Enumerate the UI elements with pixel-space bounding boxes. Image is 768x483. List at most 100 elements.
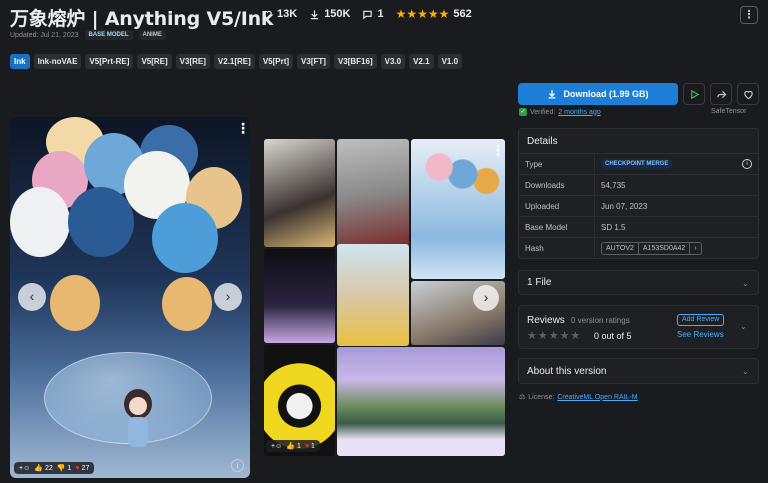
image-gallery: ⋮ › +☺ 👍 1 ♥ 1 xyxy=(264,139,505,456)
like-reaction[interactable]: 👍 1 xyxy=(286,442,301,451)
dislike-reaction[interactable]: 👎 1 xyxy=(56,464,72,473)
verified-status: ✓ Verified: 2 months ago xyxy=(519,108,601,116)
balloon xyxy=(10,187,70,257)
gallery-image[interactable] xyxy=(337,244,409,346)
share-icon xyxy=(716,90,726,98)
hash-value[interactable]: A153SD0A42 xyxy=(637,242,689,254)
verified-date-link[interactable]: 2 months ago xyxy=(558,109,600,116)
dislike-count: 1 xyxy=(67,464,72,472)
format-label: SafeTensor xyxy=(711,108,747,115)
gallery-image[interactable]: › xyxy=(411,281,505,345)
balloon xyxy=(68,187,134,257)
like-reaction[interactable]: 👍 22 xyxy=(34,464,53,473)
rating-stat[interactable]: ★★★★★ 562 xyxy=(396,7,472,21)
heart-count: 1 xyxy=(311,442,315,450)
see-reviews-link[interactable]: See Reviews xyxy=(677,330,724,339)
download-icon xyxy=(549,90,556,99)
gallery-image[interactable]: +☺ 👍 1 ♥ 1 xyxy=(264,345,335,456)
tag-anime[interactable]: ANIME xyxy=(138,30,166,40)
version-tab-ink[interactable]: Ink xyxy=(10,54,30,69)
license-label: License: xyxy=(528,393,555,401)
model-stats: 13K 150K 1 ★★★★★ 562 xyxy=(262,7,472,21)
image-menu-icon[interactable]: ⋮ xyxy=(491,143,505,157)
gallery-image[interactable] xyxy=(337,139,409,247)
gallery-image[interactable] xyxy=(264,139,335,247)
tag-base-model[interactable]: BASE MODEL xyxy=(84,30,133,40)
run-button[interactable] xyxy=(683,83,705,105)
rating-stars: ★★★★★ xyxy=(395,7,450,21)
version-tab[interactable]: V3[RE] xyxy=(175,54,210,69)
heart-count: 27 xyxy=(81,464,90,472)
details-title: Details xyxy=(527,135,558,147)
gallery-reactions: +☺ 👍 1 ♥ 1 xyxy=(266,440,320,452)
license-link[interactable]: CreativeML Open RAIL-M xyxy=(557,394,637,401)
download-button[interactable]: Download (1.99 GB) xyxy=(518,83,678,105)
likes-stat[interactable]: 13K xyxy=(262,8,297,20)
balloon xyxy=(162,277,212,331)
version-tab[interactable]: V5[RE] xyxy=(137,54,172,69)
version-tab[interactable]: V3[FT] xyxy=(297,54,330,69)
main-preview-image[interactable]: ‹ › ⋮ +☺ 👍 22 👎 1 ♥ 27 i xyxy=(10,117,250,478)
more-options-button[interactable]: ⋮ xyxy=(740,6,758,24)
heart-reaction[interactable]: ♥ 27 xyxy=(75,465,89,472)
about-panel[interactable]: About this version ⌄ xyxy=(518,358,759,384)
version-tab[interactable]: V5[Prt-RE] xyxy=(85,54,134,69)
version-tab[interactable]: V2.1 xyxy=(409,54,434,69)
image-menu-icon[interactable]: ⋮ xyxy=(236,121,250,135)
version-tab[interactable]: Ink-noVAE xyxy=(33,54,82,69)
play-icon xyxy=(690,89,699,99)
comments-count: 1 xyxy=(377,8,384,20)
balloon xyxy=(152,203,218,273)
info-icon[interactable]: i xyxy=(742,159,752,169)
verified-label: Verified: xyxy=(530,108,556,116)
reviews-count: 0 version ratings xyxy=(571,316,630,325)
version-tab[interactable]: V2.1[RE] xyxy=(213,54,255,69)
hash-type[interactable]: AUTOV2 xyxy=(602,245,638,252)
detail-row-type: Type CHECKPOINT MERGE i xyxy=(519,153,758,174)
thumbs-down-icon: 👎 xyxy=(56,465,66,472)
version-tab[interactable]: V1.0 xyxy=(437,54,463,69)
add-review-button[interactable]: Add Review xyxy=(677,314,725,326)
heart-icon: ♥ xyxy=(304,442,310,450)
version-tab[interactable]: V3[BF16] xyxy=(333,54,377,69)
empty-stars: ★★★★★ xyxy=(527,330,582,342)
version-tab[interactable]: V3.0 xyxy=(380,54,406,69)
image-reactions: +☺ 👍 22 👎 1 ♥ 27 xyxy=(14,462,95,474)
gallery-image[interactable] xyxy=(264,249,335,343)
version-tabs: Ink Ink-noVAE V5[Prt-RE] V5[RE] V3[RE] V… xyxy=(10,54,463,69)
add-reaction-button[interactable]: +☺ xyxy=(271,443,282,450)
download-icon xyxy=(311,9,319,19)
detail-label: Uploaded xyxy=(519,196,595,216)
rating-count: 562 xyxy=(453,8,472,20)
comments-stat[interactable]: 1 xyxy=(362,8,384,20)
reviews-score: 0 out of 5 xyxy=(594,331,632,341)
hash-box[interactable]: AUTOV2 A153SD0A42 › xyxy=(601,241,702,255)
prev-image-button[interactable]: ‹ xyxy=(18,283,46,311)
favorite-button[interactable] xyxy=(737,83,759,105)
version-tab[interactable]: V5[Prt] xyxy=(258,54,294,69)
likes-count: 13K xyxy=(277,8,298,20)
reviews-panel: Reviews 0 version ratings ★★★★★ 0 out of… xyxy=(518,305,759,349)
add-reaction-button[interactable]: +☺ xyxy=(19,465,30,472)
next-image-button[interactable]: › xyxy=(214,283,242,311)
heart-icon xyxy=(743,90,753,99)
chevron-down-icon[interactable]: ⌄ xyxy=(740,322,748,331)
license-info: ⚖ License: CreativeML Open RAIL-M xyxy=(519,393,638,402)
gallery-next-button[interactable]: › xyxy=(473,285,499,311)
detail-row-downloads: Downloads 54,735 xyxy=(519,174,758,195)
verified-check-icon: ✓ xyxy=(519,108,527,116)
gallery-image[interactable] xyxy=(337,347,505,456)
detail-label: Downloads xyxy=(519,175,595,195)
detail-label: Hash xyxy=(519,238,595,258)
detail-row-base-model: Base Model SD 1.5 xyxy=(519,216,758,237)
heart-reaction[interactable]: ♥ 1 xyxy=(305,443,315,450)
type-badge: CHECKPOINT MERGE xyxy=(601,159,673,169)
hash-toggle-icon[interactable]: › xyxy=(689,242,700,254)
details-header[interactable]: Details xyxy=(519,129,758,153)
share-button[interactable] xyxy=(710,83,732,105)
detail-value: 54,735 xyxy=(601,180,626,190)
heart-icon: ♥ xyxy=(75,464,80,472)
gallery-image[interactable]: ⋮ xyxy=(411,139,505,279)
info-icon[interactable]: i xyxy=(231,459,244,472)
files-panel[interactable]: 1 File ⌄ xyxy=(518,270,759,295)
